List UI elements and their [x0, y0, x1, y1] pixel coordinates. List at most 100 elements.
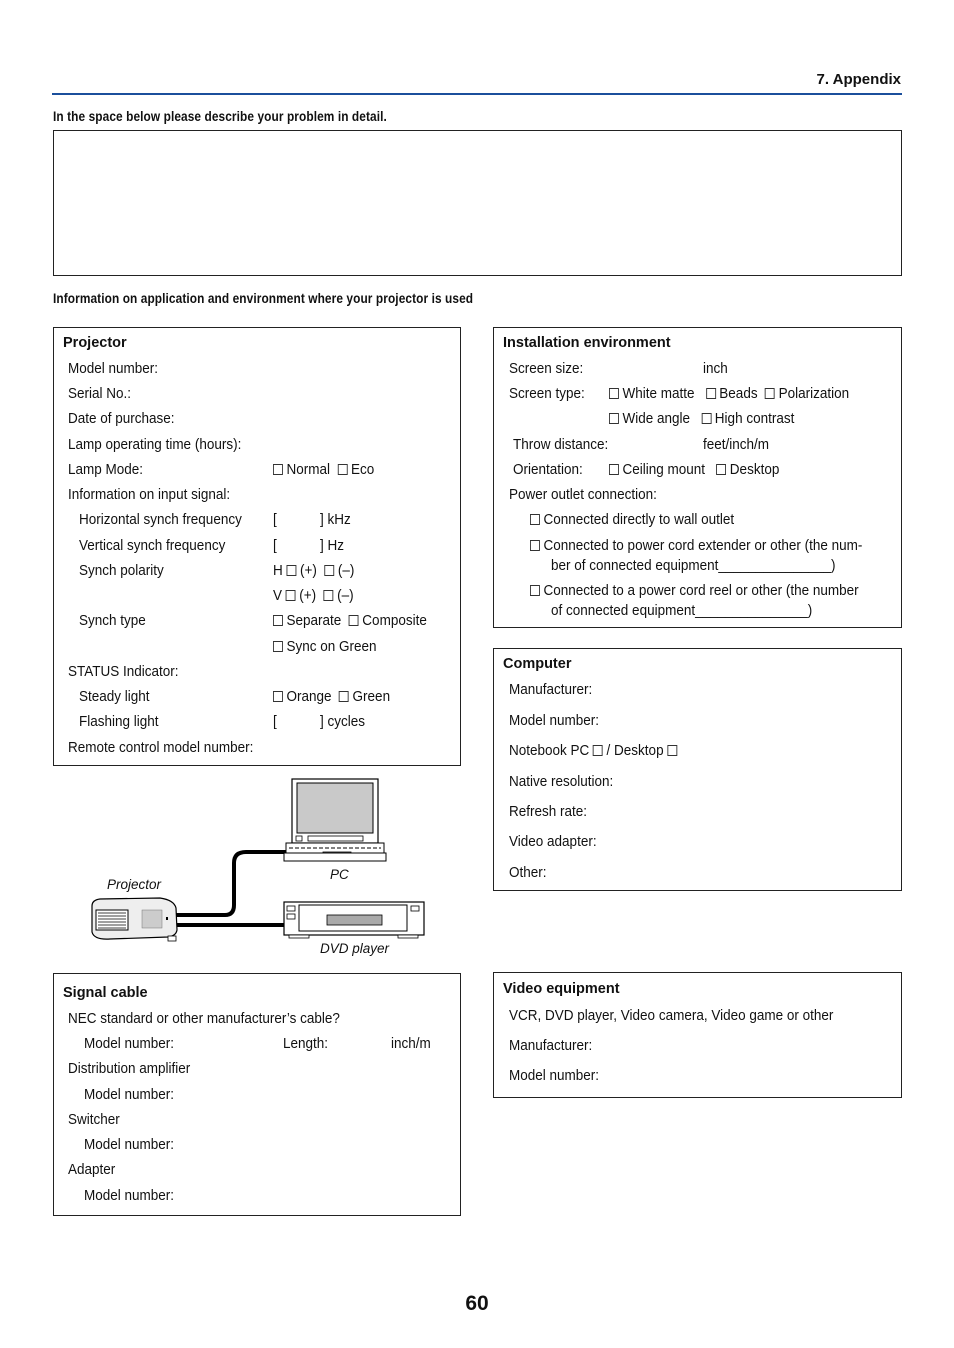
diagram-dvd-label: DVD player: [320, 941, 390, 956]
dist-amp-label: Distribution amplifier: [68, 1060, 191, 1077]
reel-label-line1: Connected to a power cord reel or other …: [543, 582, 859, 599]
computer-type-row: Notebook PC / Desktop: [509, 742, 681, 759]
polarity-v-label: V: [273, 587, 283, 604]
problem-description-field[interactable]: [53, 130, 902, 276]
polarity-h-minus-checkbox[interactable]: [324, 565, 335, 576]
problem-heading: In the space below please describe your …: [53, 109, 387, 124]
video-equipment-box: Video equipment VCR, DVD player, Video c…: [493, 972, 902, 1098]
header-rule: [52, 93, 902, 95]
extender-checkbox[interactable]: [530, 540, 540, 551]
polarity-label: Synch polarity: [79, 562, 164, 579]
nec-cable-label: NEC standard or other manufacturer’s cab…: [68, 1010, 340, 1027]
projector-date-label: Date of purchase:: [68, 410, 175, 427]
polarity-v-plus-checkbox[interactable]: [285, 590, 296, 601]
sync-on-green-checkbox[interactable]: [273, 641, 283, 652]
projector-lamp-time-label: Lamp operating time (hours):: [68, 436, 242, 453]
separate-label: Separate: [286, 612, 342, 629]
plus-label: (+): [300, 562, 317, 579]
polarity-h-plus-checkbox[interactable]: [286, 565, 297, 576]
lamp-normal-label: Normal: [286, 461, 331, 478]
power-outlet-label: Power outlet connection:: [509, 486, 657, 503]
high-contrast-label: High contrast: [714, 410, 795, 427]
switcher-model-label: Model number:: [84, 1136, 175, 1153]
page-number: 60: [465, 1292, 489, 1315]
screen-type-label: Screen type:: [509, 385, 585, 402]
bracket-open: [: [273, 537, 277, 554]
reel-checkbox[interactable]: [530, 585, 540, 596]
computer-manufacturer-label: Manufacturer:: [509, 681, 593, 698]
refresh-rate-label: Refresh rate:: [509, 803, 588, 820]
video-types-label: VCR, DVD player, Video camera, Video gam…: [509, 1007, 834, 1024]
separate-checkbox[interactable]: [273, 615, 283, 626]
power-option-wall: Connected directly to wall outlet: [530, 511, 734, 528]
throw-distance-label: Throw distance:: [513, 436, 609, 453]
notebook-checkbox[interactable]: [593, 745, 603, 756]
steady-light-options: Orange Green: [273, 688, 390, 705]
sync-on-green-option: Sync on Green: [273, 638, 377, 655]
dist-amp-model-label: Model number:: [84, 1086, 175, 1103]
computer-title: Computer: [503, 656, 572, 672]
diagram-projector-label: Projector: [107, 877, 162, 892]
polarity-v-minus-checkbox[interactable]: [323, 590, 334, 601]
laptop-icon: [283, 778, 387, 862]
video-model-label: Model number:: [509, 1067, 600, 1084]
screen-type-options-row1: White matte Beads Polarization: [609, 385, 849, 402]
ceiling-mount-label: Ceiling mount: [622, 461, 706, 478]
installation-title: Installation environment: [503, 335, 671, 351]
ceiling-mount-checkbox[interactable]: [609, 464, 619, 475]
high-contrast-checkbox[interactable]: [701, 413, 712, 424]
white-matte-checkbox[interactable]: [609, 388, 619, 399]
orientation-options: Ceiling mount Desktop: [609, 461, 779, 478]
flashing-light-label: Flashing light: [79, 713, 159, 730]
beads-label: Beads: [719, 385, 758, 402]
computer-other-label: Other:: [509, 864, 547, 881]
polarity-h-row: H (+) (–): [273, 562, 354, 579]
polarity-v-row: V (+) (–): [273, 587, 354, 604]
flashing-unit: ] cycles: [319, 713, 365, 730]
remote-model-label: Remote control model number:: [68, 739, 254, 756]
wall-outlet-checkbox[interactable]: [530, 514, 540, 525]
projector-title: Projector: [63, 335, 127, 351]
green-label: Green: [352, 688, 391, 705]
synch-type-label: Synch type: [79, 612, 146, 629]
projector-box: Projector Model number: Serial No.: Date…: [53, 327, 461, 766]
composite-checkbox[interactable]: [348, 615, 359, 626]
desktop-orientation-checkbox[interactable]: [716, 464, 727, 475]
video-equipment-title: Video equipment: [503, 981, 620, 997]
v-freq-unit: ] Hz: [319, 537, 344, 554]
polarization-checkbox[interactable]: [765, 388, 775, 399]
green-checkbox[interactable]: [339, 691, 349, 702]
projector-serial-label: Serial No.:: [68, 385, 132, 402]
flashing-field[interactable]: [] cycles: [273, 713, 365, 730]
screen-type-options-row2: Wide angle High contrast: [609, 410, 794, 427]
adapter-label: Adapter: [68, 1161, 116, 1178]
wide-angle-label: Wide angle: [622, 410, 691, 427]
pc-cable: [175, 850, 288, 917]
steady-light-label: Steady light: [79, 688, 150, 705]
info-heading: Information on application and environme…: [53, 291, 474, 306]
h-freq-unit: ] kHz: [319, 511, 351, 528]
extender-label-line1: Connected to power cord extender or othe…: [543, 537, 863, 554]
connection-diagram: [91, 778, 425, 942]
sync-on-green-label: Sync on Green: [286, 638, 377, 655]
v-freq-field[interactable]: [ ] Hz: [273, 537, 344, 554]
installation-box: Installation environment Screen size: in…: [493, 327, 902, 628]
minus-label: (–): [337, 587, 354, 604]
computer-model-label: Model number:: [509, 712, 600, 729]
wide-angle-checkbox[interactable]: [609, 413, 619, 424]
notebook-label: Notebook PC: [509, 742, 590, 759]
lamp-mode-options: Normal Eco: [273, 461, 374, 478]
input-signal-label: Information on input signal:: [68, 486, 231, 503]
lamp-eco-checkbox[interactable]: [337, 464, 348, 475]
orange-checkbox[interactable]: [273, 691, 283, 702]
wall-outlet-label: Connected directly to wall outlet: [543, 511, 735, 528]
desktop-checkbox[interactable]: [667, 745, 678, 756]
cable-model-label: Model number:: [84, 1035, 175, 1052]
lamp-normal-checkbox[interactable]: [273, 464, 283, 475]
h-freq-field[interactable]: [] kHz: [273, 511, 351, 528]
h-freq-label: Horizontal synch frequency: [79, 511, 242, 528]
lamp-eco-label: Eco: [351, 461, 375, 478]
power-option-extender: Connected to power cord extender or othe…: [530, 537, 862, 554]
composite-label: Composite: [362, 612, 427, 629]
beads-checkbox[interactable]: [705, 388, 716, 399]
